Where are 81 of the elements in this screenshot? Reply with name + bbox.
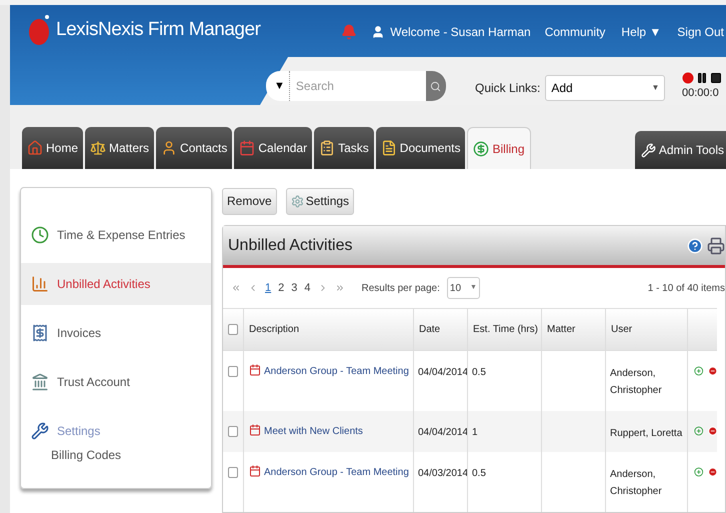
print-icon[interactable]: [707, 236, 725, 254]
checkbox[interactable]: [228, 426, 238, 437]
page-link[interactable]: 2: [278, 280, 284, 296]
table-cell: 04/04/2014: [413, 411, 467, 452]
logo-icon: [28, 13, 50, 47]
admin-tab[interactable]: Admin Tools: [634, 131, 726, 169]
quick-links-label: Quick Links:: [475, 80, 540, 97]
table-cell: 04/03/2014: [413, 452, 467, 512]
remove-icon[interactable]: [708, 466, 717, 478]
nav-link[interactable]: Community: [544, 23, 606, 41]
gear-icon: [290, 194, 304, 208]
person-icon: [161, 140, 178, 156]
column-header: Date: [413, 308, 467, 351]
activity-link[interactable]: Anderson Group - Team Meeting: [264, 465, 409, 480]
clock-icon: [31, 226, 49, 244]
nav-tab[interactable]: Calendar: [234, 127, 312, 169]
first-page-icon[interactable]: [231, 283, 241, 293]
last-page-icon[interactable]: [334, 283, 344, 293]
search-field[interactable]: Search: [290, 71, 426, 101]
document-icon: [380, 140, 397, 156]
calendar-icon: [249, 424, 261, 436]
bar-chart-icon: [31, 275, 49, 293]
nav-tab[interactable]: Home: [22, 127, 84, 169]
activity-link[interactable]: Anderson Group - Team Meeting: [264, 364, 409, 379]
dollar-icon: [473, 140, 490, 156]
pause-icon[interactable]: [696, 72, 708, 84]
nav-tab[interactable]: Documents: [376, 127, 466, 169]
table-cell: 04/04/2014: [413, 351, 467, 411]
nav-tab[interactable]: Billing: [467, 127, 530, 169]
checkbox[interactable]: [228, 324, 238, 335]
remove-button[interactable]: Remove: [222, 188, 277, 214]
add-icon[interactable]: [694, 425, 704, 437]
page-link[interactable]: 4: [304, 280, 310, 296]
column-header: Description: [243, 308, 413, 351]
panel-title: Unbilled Activities: [228, 236, 354, 256]
column-header: User: [605, 308, 687, 351]
calendar-icon: [249, 465, 261, 477]
checkbox[interactable]: [228, 467, 238, 478]
table-cell: 1: [467, 411, 541, 452]
clipboard-icon: [319, 140, 336, 156]
scale-icon: [90, 140, 106, 156]
sidebar-subitem[interactable]: Billing Codes: [51, 446, 122, 464]
column-header: Est. Time (hrs): [467, 308, 541, 351]
add-icon[interactable]: [694, 365, 704, 377]
calendar-icon: [239, 140, 256, 156]
per-page-label: Results per page:: [362, 282, 440, 296]
stop-icon[interactable]: [710, 72, 722, 84]
sidebar-item[interactable]: Trust Account: [21, 361, 211, 403]
table-cell: [541, 411, 605, 452]
sidebar-item[interactable]: Unbilled Activities: [21, 263, 211, 305]
page-link[interactable]: 1: [265, 280, 272, 296]
page-link[interactable]: 3: [291, 280, 298, 296]
invoice-icon: [31, 324, 49, 342]
nav-link[interactable]: Help ▼: [621, 23, 662, 41]
timer-text: 00:00:0: [682, 86, 720, 101]
tools-icon: [31, 422, 49, 440]
sidebar-item[interactable]: Time & Expense Entries: [21, 214, 211, 256]
bank-icon: [31, 373, 49, 391]
add-icon[interactable]: [694, 466, 704, 478]
column-header: Matter: [541, 308, 605, 351]
user-icon: [371, 25, 386, 39]
nav-link[interactable]: Sign Out: [677, 23, 724, 41]
home-icon: [27, 140, 43, 156]
checkbox[interactable]: [228, 366, 238, 377]
nav-tab[interactable]: Tasks: [314, 127, 374, 169]
calendar-icon: [249, 364, 261, 376]
settings-button[interactable]: Settings: [286, 188, 354, 214]
nav-tab[interactable]: Matters: [85, 127, 154, 169]
brand-name: LexisNexis Firm Manager: [56, 18, 260, 42]
table-cell: Ruppert, Loretta: [605, 411, 687, 452]
items-summary: 1 - 10 of 40 items: [648, 282, 725, 296]
search-icon: [430, 80, 442, 92]
welcome-text: Welcome - Susan Harman: [390, 24, 531, 41]
sidebar-item[interactable]: Invoices: [21, 312, 211, 354]
remove-icon[interactable]: [708, 425, 717, 437]
search-scope[interactable]: ▼: [266, 71, 290, 101]
remove-icon[interactable]: [708, 365, 717, 377]
quick-links-select[interactable]: Add ▼: [545, 75, 666, 101]
help-icon[interactable]: [687, 238, 703, 254]
nav-tab[interactable]: Contacts: [156, 127, 232, 169]
tools-icon: [640, 142, 656, 158]
